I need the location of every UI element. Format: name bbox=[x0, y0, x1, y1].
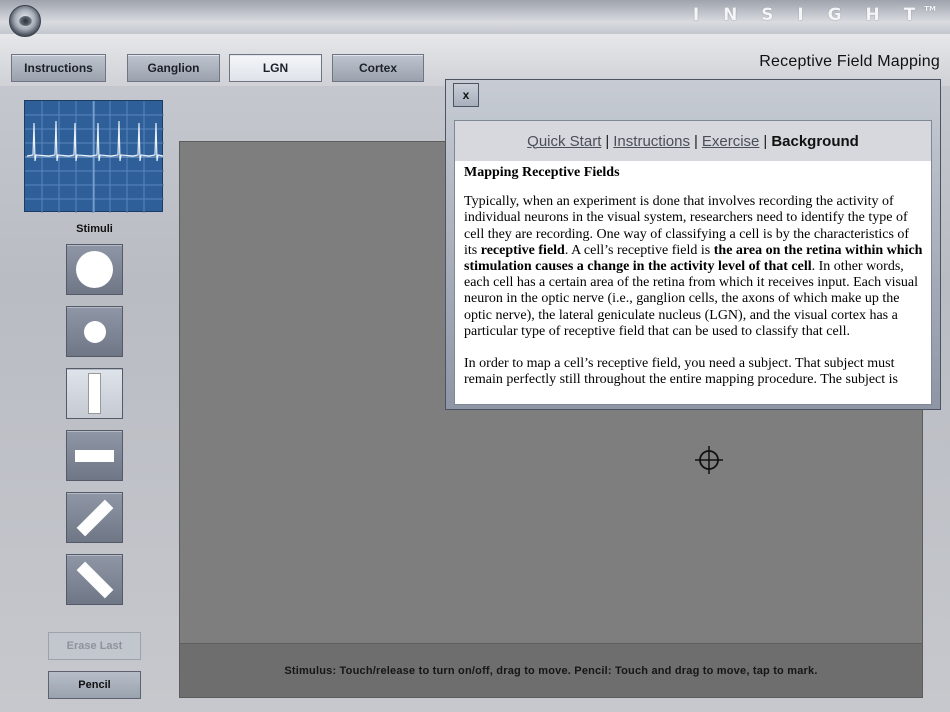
popup-nav: Quick Start | Instructions | Exercise | … bbox=[455, 121, 931, 161]
stimulus-diagonal-bar-right-button[interactable] bbox=[66, 492, 123, 543]
eye-logo-icon[interactable] bbox=[9, 5, 41, 37]
nav-exercise[interactable]: Exercise bbox=[702, 133, 760, 150]
crosshair-icon[interactable] bbox=[694, 445, 724, 475]
nav-separator: | bbox=[605, 132, 610, 150]
nav-separator: | bbox=[693, 132, 698, 150]
app-title: Receptive Field Mapping bbox=[759, 53, 940, 70]
stimulus-small-circle-button[interactable] bbox=[66, 306, 123, 357]
nav-separator: | bbox=[763, 132, 768, 150]
diagonal-bar-left-icon bbox=[76, 561, 114, 599]
stimulus-horizontal-bar-button[interactable] bbox=[66, 430, 123, 481]
brand-logo: I N S I G H TTM bbox=[692, 5, 936, 25]
stimuli-label: Stimuli bbox=[76, 223, 113, 235]
stimulus-vertical-bar-button[interactable] bbox=[66, 368, 123, 419]
small-circle-icon bbox=[84, 321, 106, 343]
popup-paragraph-2: In order to map a cell’s receptive field… bbox=[464, 356, 898, 388]
erase-last-button[interactable]: Erase Last bbox=[48, 632, 141, 660]
popup-heading: Mapping Receptive Fields bbox=[464, 165, 620, 180]
stimulus-large-circle-button[interactable] bbox=[66, 244, 123, 295]
popup-card: Quick Start | Instructions | Exercise | … bbox=[454, 120, 932, 405]
nav-instructions[interactable]: Instructions bbox=[613, 133, 690, 150]
pencil-button[interactable]: Pencil bbox=[48, 671, 141, 699]
popup-body: Mapping Receptive Fields Typically, when… bbox=[455, 161, 931, 388]
diagonal-bar-right-icon bbox=[76, 499, 114, 537]
tab-lgn[interactable]: LGN bbox=[229, 54, 322, 82]
info-popup: x Quick Start | Instructions | Exercise … bbox=[445, 79, 941, 410]
stimulus-diagonal-bar-left-button[interactable] bbox=[66, 554, 123, 605]
tab-ganglion[interactable]: Ganglion bbox=[127, 54, 220, 82]
large-circle-icon bbox=[76, 251, 113, 288]
oscilloscope-display bbox=[24, 100, 164, 213]
close-button[interactable]: x bbox=[453, 83, 479, 107]
vertical-bar-icon bbox=[88, 373, 101, 414]
nav-background[interactable]: Background bbox=[771, 133, 859, 150]
nav-quick-start[interactable]: Quick Start bbox=[527, 133, 601, 150]
tab-cortex[interactable]: Cortex bbox=[332, 54, 424, 82]
tab-instructions[interactable]: Instructions bbox=[11, 54, 106, 82]
popup-paragraph-1: Typically, when an experiment is done th… bbox=[464, 194, 923, 339]
stage-instructions: Stimulus: Touch/release to turn on/off, … bbox=[180, 643, 922, 697]
horizontal-bar-icon bbox=[75, 450, 114, 462]
oscilloscope-trace bbox=[25, 101, 164, 213]
